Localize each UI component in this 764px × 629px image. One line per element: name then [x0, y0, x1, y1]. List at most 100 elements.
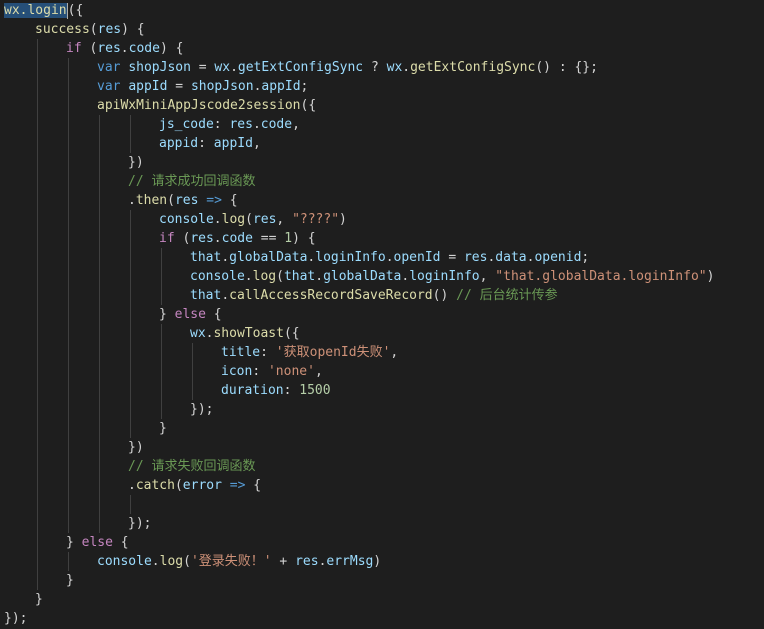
- indent-guide: [37, 419, 38, 438]
- code-token: 'none': [267, 364, 315, 379]
- code-token: then: [135, 193, 168, 208]
- code-token: js_code: [159, 117, 214, 132]
- code-editor[interactable]: wx.login({success(res) {if (res.code) {v…: [0, 0, 764, 629]
- code-token: .: [128, 478, 136, 493]
- code-token: {: [245, 478, 262, 493]
- code-token: ,: [252, 136, 261, 151]
- code-token: .: [221, 288, 230, 303]
- code-token: openid: [534, 250, 582, 265]
- code-line[interactable]: if (res.code == 1) {: [159, 229, 316, 248]
- indent-guide: [161, 267, 162, 286]
- code-line[interactable]: title: '获取openId失败',: [221, 343, 398, 362]
- indent-guide: [68, 495, 69, 514]
- code-token: =>: [229, 478, 246, 493]
- code-token: globalData: [323, 269, 402, 284]
- code-token: openId: [393, 250, 441, 265]
- code-token: (: [167, 193, 175, 208]
- code-token: ,: [276, 212, 293, 227]
- code-line[interactable]: });: [190, 400, 213, 419]
- code-line[interactable]: var appId = shopJson.appId;: [97, 77, 308, 96]
- indent-guide: [99, 362, 100, 381]
- code-token: icon: [221, 364, 253, 379]
- code-token: wx: [190, 326, 206, 341]
- indent-guide: [68, 248, 69, 267]
- code-token: that: [283, 269, 316, 284]
- indent-guide: [37, 343, 38, 362]
- code-line[interactable]: }: [66, 571, 74, 590]
- indent-guide: [68, 514, 69, 533]
- code-line[interactable]: }): [128, 153, 144, 172]
- indent-guide: [37, 457, 38, 476]
- code-line[interactable]: } else {: [66, 533, 129, 552]
- code-line[interactable]: icon: 'none',: [221, 362, 323, 381]
- code-token: success: [35, 22, 90, 37]
- code-line[interactable]: js_code: res.code,: [159, 115, 300, 134]
- code-line[interactable]: var shopJson = wx.getExtConfigSync ? wx.…: [97, 58, 598, 77]
- code-line[interactable]: }: [159, 419, 167, 438]
- code-line[interactable]: .then(res => {: [128, 191, 238, 210]
- code-line[interactable]: });: [4, 609, 27, 628]
- code-line[interactable]: console.log('登录失败！' + res.errMsg): [97, 552, 381, 571]
- code-line[interactable]: appid: appId,: [159, 134, 261, 153]
- indent-guide: [68, 362, 69, 381]
- code-token: .: [252, 117, 261, 132]
- code-token: .: [221, 250, 230, 265]
- code-line[interactable]: success(res) {: [35, 20, 145, 39]
- code-token: catch: [135, 478, 175, 493]
- code-token: }: [66, 573, 74, 588]
- indent-guide: [68, 77, 69, 96]
- code-token: duration: [221, 383, 284, 398]
- code-line[interactable]: that.callAccessRecordSaveRecord() // 后台统…: [190, 286, 558, 305]
- indent-guide: [68, 343, 69, 362]
- indent-guide: [99, 191, 100, 210]
- indent-guide: [192, 381, 193, 400]
- code-line[interactable]: }): [128, 438, 144, 457]
- code-token: appId: [213, 136, 253, 151]
- code-token: res: [190, 231, 214, 246]
- indent-guide: [37, 115, 38, 134]
- indent-guide: [68, 457, 69, 476]
- indent-guide: [37, 191, 38, 210]
- indent-guide: [161, 400, 162, 419]
- indent-guide: [37, 286, 38, 305]
- indent-guide: [68, 267, 69, 286]
- code-token: (: [276, 269, 284, 284]
- code-line[interactable]: // 请求成功回调函数: [128, 172, 255, 191]
- indent-guide: [68, 134, 69, 153]
- code-token: ({: [283, 326, 300, 341]
- code-token: }: [159, 307, 175, 322]
- selected-text: wx.login: [4, 3, 67, 18]
- code-line[interactable]: });: [128, 514, 151, 533]
- code-token: +: [271, 554, 296, 569]
- code-line[interactable]: wx.showToast({: [190, 324, 300, 343]
- code-token: res: [229, 117, 253, 132]
- code-token: res: [463, 250, 488, 265]
- indent-guide: [37, 552, 38, 571]
- code-token: loginInfo: [409, 269, 480, 284]
- code-token: (: [89, 22, 98, 37]
- code-line[interactable]: console.log(res, "????"): [159, 210, 347, 229]
- indent-guide: [99, 115, 100, 134]
- code-token: :: [252, 364, 268, 379]
- code-line[interactable]: // 请求失败回调函数: [128, 457, 255, 476]
- code-token: ;: [300, 79, 309, 94]
- code-line[interactable]: }: [35, 590, 43, 609]
- code-line[interactable]: if (res.code) {: [66, 39, 183, 58]
- code-line[interactable]: } else {: [159, 305, 222, 324]
- code-line[interactable]: that.globalData.loginInfo.openId = res.d…: [190, 248, 589, 267]
- indent-guide: [99, 457, 100, 476]
- code-line[interactable]: .catch(error => {: [128, 476, 261, 495]
- indent-guide: [130, 248, 131, 267]
- indent-guide: [130, 343, 131, 362]
- code-token: 1500: [299, 383, 331, 398]
- code-line[interactable]: wx.login({: [4, 1, 83, 20]
- code-token: ;: [581, 250, 590, 265]
- code-line[interactable]: console.log(that.globalData.loginInfo, "…: [190, 267, 714, 286]
- code-token: .: [315, 269, 324, 284]
- code-line[interactable]: duration: 1500: [221, 381, 331, 400]
- code-token: errMsg: [326, 554, 374, 569]
- code-line[interactable]: apiWxMiniAppJscode2session({: [97, 96, 316, 115]
- code-token: ,: [314, 364, 323, 379]
- code-token: globalData: [229, 250, 308, 265]
